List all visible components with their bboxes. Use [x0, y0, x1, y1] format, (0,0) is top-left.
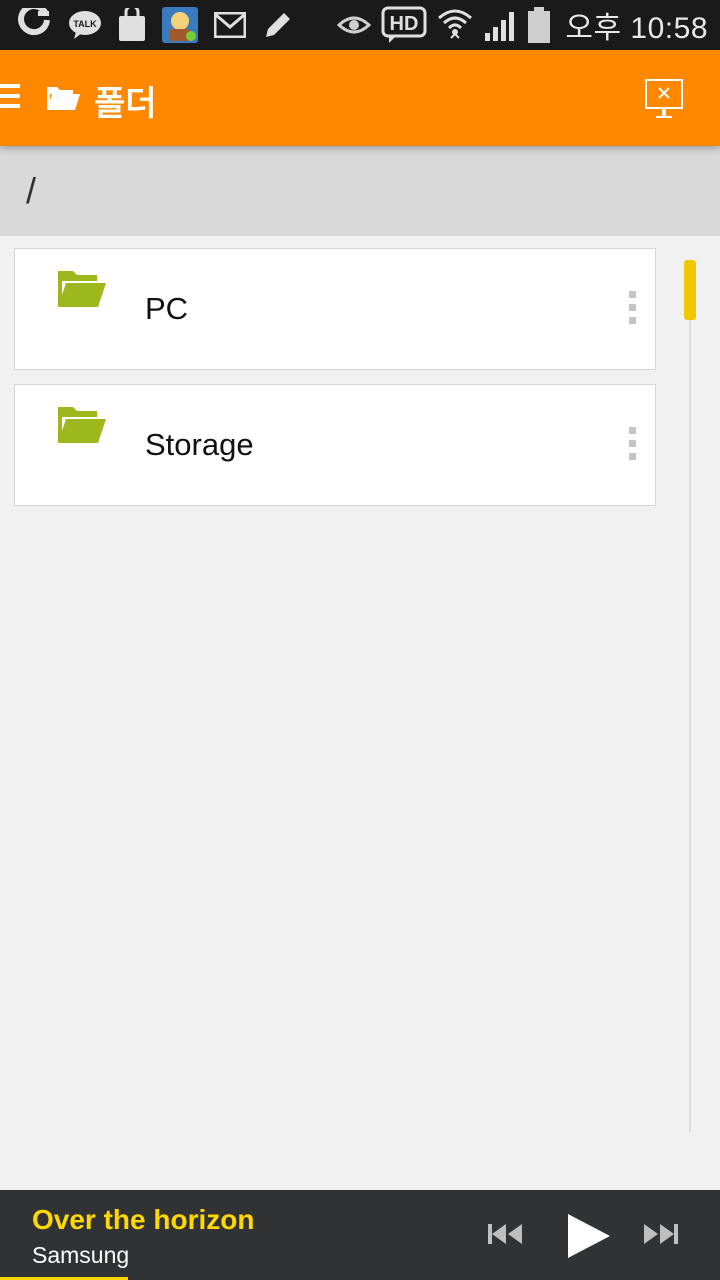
more-options-icon[interactable]	[629, 291, 637, 327]
o-app-icon	[18, 8, 52, 42]
folder-list: PC Storage	[14, 248, 656, 520]
talk-text: TALK	[73, 19, 97, 29]
next-icon[interactable]	[642, 1222, 678, 1246]
track-artist: Samsung	[32, 1242, 130, 1268]
scroll-thumb[interactable]	[684, 260, 696, 320]
folder-label: Storage	[145, 427, 254, 462]
folder-open-icon	[57, 269, 107, 314]
disconnect-screen-icon[interactable]	[644, 78, 684, 127]
hd-voice-icon: HD	[381, 6, 427, 44]
mini-player[interactable]: Over the horizon Samsung	[0, 1190, 720, 1280]
menu-icon[interactable]	[0, 84, 20, 112]
path-bar: /	[0, 146, 720, 236]
scroll-track[interactable]	[689, 262, 691, 1132]
status-bar: TALK HD 오후 10:58	[0, 0, 720, 50]
battery-icon	[527, 7, 551, 43]
game-avatar-icon	[162, 7, 198, 43]
notification-icons: TALK	[18, 6, 294, 44]
gmail-icon	[214, 12, 246, 38]
folder-icon	[46, 83, 80, 116]
folder-item-pc[interactable]: PC	[14, 248, 656, 370]
more-options-icon[interactable]	[629, 427, 637, 463]
folder-open-icon	[57, 405, 107, 450]
previous-icon[interactable]	[488, 1222, 524, 1246]
system-icons: HD 오후 10:58	[337, 6, 708, 45]
status-time: 오후 10:58	[565, 12, 708, 45]
signal-icon	[483, 9, 517, 41]
app-title: 폴더	[94, 85, 157, 123]
pencil-icon	[262, 9, 294, 41]
galaxy-apps-icon	[118, 8, 146, 42]
track-title: Over the horizon	[32, 1204, 255, 1235]
wifi-icon	[437, 8, 473, 42]
hd-text: HD	[390, 13, 419, 35]
eye-icon	[337, 13, 372, 37]
current-path: /	[26, 170, 37, 211]
folder-label: PC	[145, 291, 189, 326]
folder-item-storage[interactable]: Storage	[14, 384, 656, 506]
app-bar: 폴더	[0, 50, 720, 146]
play-icon[interactable]	[564, 1212, 612, 1260]
kakaotalk-icon: TALK	[68, 10, 102, 40]
